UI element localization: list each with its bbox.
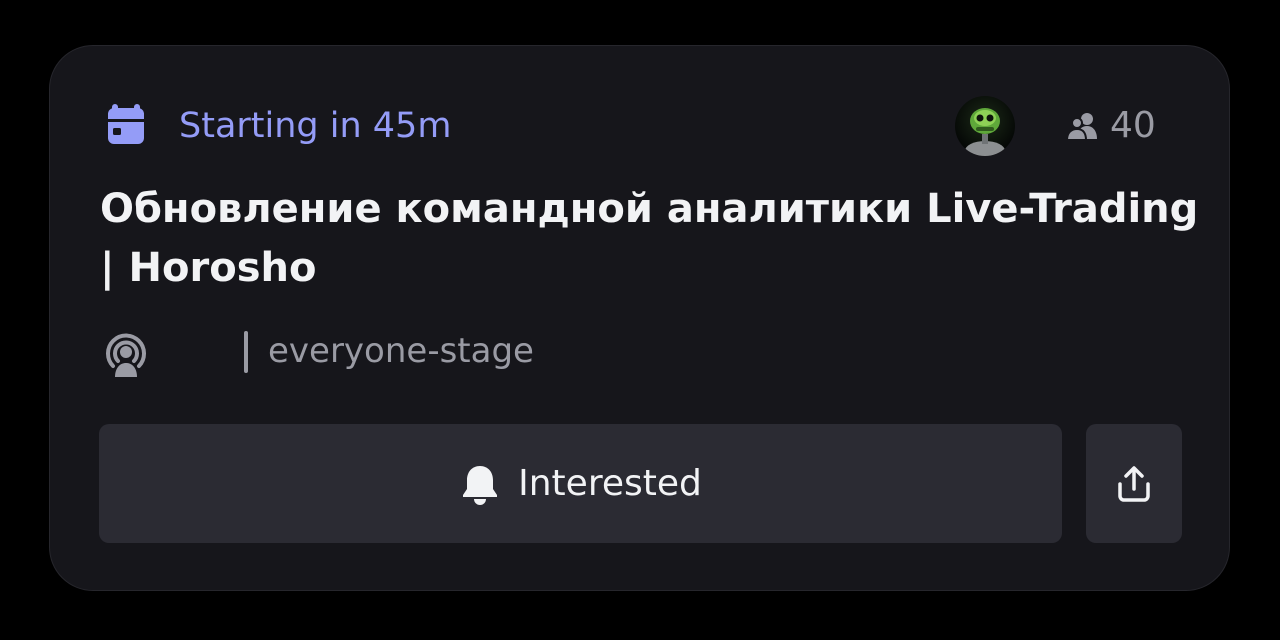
attendee-count-group[interactable]: 40: [1066, 102, 1156, 150]
event-title: Обновление командной аналитики Live-Trad…: [100, 186, 1199, 291]
robot-avatar-image: [965, 108, 1005, 156]
people-icon: [1066, 113, 1097, 141]
attendee-count: 40: [1110, 105, 1156, 146]
share-icon: [1118, 465, 1150, 502]
share-button[interactable]: [1086, 424, 1182, 543]
channel-name: everyone-stage: [268, 331, 534, 371]
event-status-text: Starting in 45m: [179, 106, 452, 146]
stage-channel-icon: [106, 333, 146, 377]
host-avatar[interactable]: [955, 96, 1015, 156]
location-divider: [244, 331, 248, 373]
event-card[interactable]: Starting in 45m 40 Обновление командной: [49, 45, 1230, 591]
interested-button[interactable]: Interested: [99, 424, 1062, 543]
bell-icon: [463, 465, 498, 505]
event-location[interactable]: everyone-stage: [100, 326, 800, 378]
event-header: Starting in 45m 40: [102, 96, 1182, 156]
interested-button-label: Interested: [518, 463, 702, 504]
calendar-icon: [108, 104, 144, 144]
